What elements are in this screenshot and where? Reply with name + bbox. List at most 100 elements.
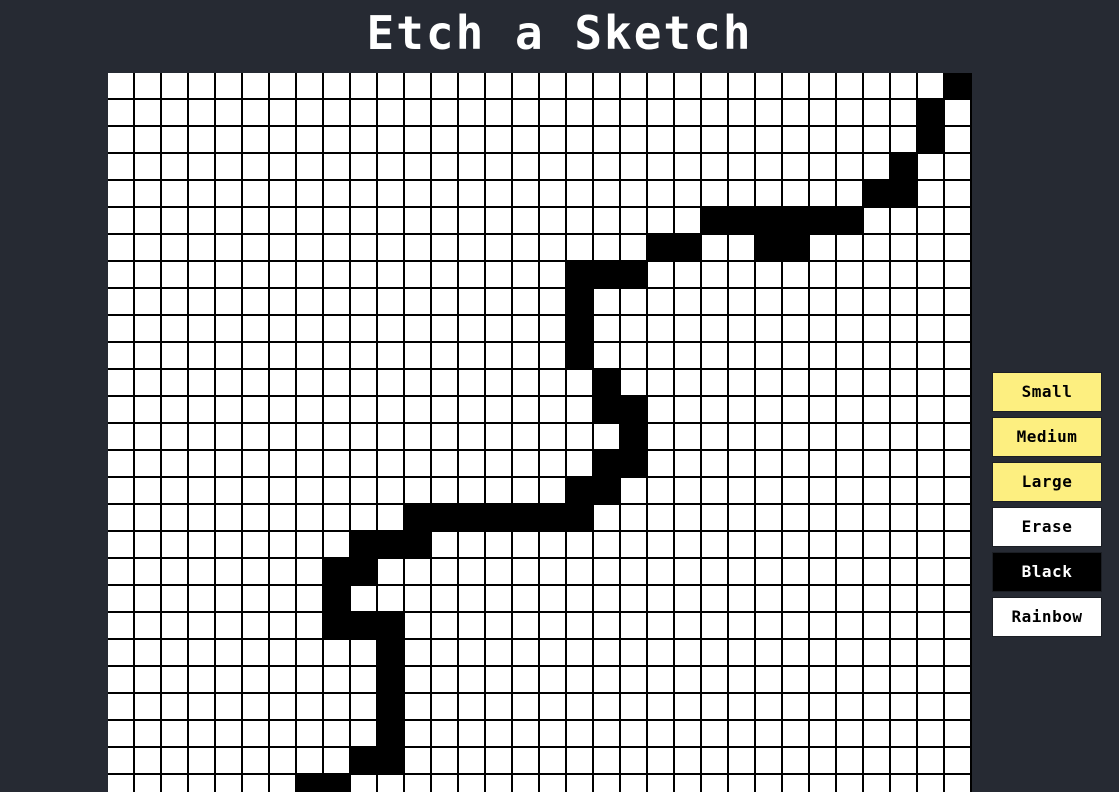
- grid-cell[interactable]: [432, 694, 459, 721]
- grid-cell[interactable]: [189, 397, 216, 424]
- grid-cell[interactable]: [810, 775, 837, 792]
- grid-cell[interactable]: [675, 424, 702, 451]
- grid-cell[interactable]: [351, 640, 378, 667]
- grid-cell[interactable]: [675, 559, 702, 586]
- grid-cell[interactable]: [567, 127, 594, 154]
- grid-cell[interactable]: [864, 505, 891, 532]
- grid-cell[interactable]: [648, 424, 675, 451]
- grid-cell[interactable]: [513, 262, 540, 289]
- grid-cell[interactable]: [648, 73, 675, 100]
- grid-cell[interactable]: [891, 208, 918, 235]
- grid-cell[interactable]: [945, 667, 972, 694]
- grid-cell[interactable]: [405, 451, 432, 478]
- grid-cell[interactable]: [486, 208, 513, 235]
- grid-cell[interactable]: [918, 262, 945, 289]
- grid-cell[interactable]: [378, 586, 405, 613]
- grid-cell[interactable]: [783, 73, 810, 100]
- grid-cell[interactable]: [891, 721, 918, 748]
- grid-cell[interactable]: [432, 748, 459, 775]
- grid-cell[interactable]: [270, 775, 297, 792]
- grid-cell[interactable]: [918, 127, 945, 154]
- grid-cell[interactable]: [405, 640, 432, 667]
- grid-cell[interactable]: [756, 73, 783, 100]
- grid-cell[interactable]: [945, 478, 972, 505]
- grid-cell[interactable]: [540, 667, 567, 694]
- grid-cell[interactable]: [324, 181, 351, 208]
- grid-cell[interactable]: [567, 613, 594, 640]
- grid-cell[interactable]: [567, 289, 594, 316]
- grid-cell[interactable]: [108, 73, 135, 100]
- grid-cell[interactable]: [648, 370, 675, 397]
- grid-cell[interactable]: [945, 559, 972, 586]
- grid-cell[interactable]: [432, 640, 459, 667]
- grid-cell[interactable]: [297, 478, 324, 505]
- grid-cell[interactable]: [405, 559, 432, 586]
- grid-cell[interactable]: [756, 127, 783, 154]
- grid-cell[interactable]: [918, 424, 945, 451]
- grid-cell[interactable]: [702, 289, 729, 316]
- grid-cell[interactable]: [486, 289, 513, 316]
- grid-cell[interactable]: [297, 424, 324, 451]
- grid-cell[interactable]: [189, 640, 216, 667]
- grid-cell[interactable]: [756, 424, 783, 451]
- black-color-button[interactable]: Black: [992, 552, 1102, 592]
- grid-cell[interactable]: [513, 505, 540, 532]
- grid-cell[interactable]: [162, 208, 189, 235]
- grid-cell[interactable]: [243, 262, 270, 289]
- grid-cell[interactable]: [918, 451, 945, 478]
- grid-cell[interactable]: [594, 370, 621, 397]
- grid-cell[interactable]: [918, 667, 945, 694]
- grid-cell[interactable]: [675, 154, 702, 181]
- grid-cell[interactable]: [837, 775, 864, 792]
- grid-cell[interactable]: [837, 424, 864, 451]
- grid-cell[interactable]: [351, 397, 378, 424]
- grid-cell[interactable]: [135, 289, 162, 316]
- grid-cell[interactable]: [513, 613, 540, 640]
- grid-cell[interactable]: [864, 613, 891, 640]
- grid-cell[interactable]: [783, 505, 810, 532]
- grid-cell[interactable]: [945, 262, 972, 289]
- grid-cell[interactable]: [702, 73, 729, 100]
- grid-cell[interactable]: [702, 586, 729, 613]
- grid-cell[interactable]: [486, 262, 513, 289]
- grid-cell[interactable]: [783, 451, 810, 478]
- grid-cell[interactable]: [918, 775, 945, 792]
- grid-cell[interactable]: [702, 370, 729, 397]
- grid-cell[interactable]: [567, 559, 594, 586]
- grid-cell[interactable]: [459, 451, 486, 478]
- grid-cell[interactable]: [243, 451, 270, 478]
- grid-cell[interactable]: [540, 100, 567, 127]
- grid-cell[interactable]: [810, 73, 837, 100]
- grid-cell[interactable]: [405, 154, 432, 181]
- grid-cell[interactable]: [513, 694, 540, 721]
- grid-cell[interactable]: [864, 289, 891, 316]
- grid-cell[interactable]: [162, 289, 189, 316]
- grid-cell[interactable]: [351, 424, 378, 451]
- grid-cell[interactable]: [135, 397, 162, 424]
- grid-cell[interactable]: [675, 586, 702, 613]
- grid-cell[interactable]: [297, 613, 324, 640]
- grid-cell[interactable]: [594, 127, 621, 154]
- grid-cell[interactable]: [594, 505, 621, 532]
- grid-cell[interactable]: [702, 424, 729, 451]
- grid-cell[interactable]: [216, 667, 243, 694]
- grid-cell[interactable]: [189, 532, 216, 559]
- grid-cell[interactable]: [648, 505, 675, 532]
- grid-cell[interactable]: [729, 532, 756, 559]
- grid-cell[interactable]: [162, 127, 189, 154]
- grid-cell[interactable]: [513, 289, 540, 316]
- grid-cell[interactable]: [297, 127, 324, 154]
- grid-cell[interactable]: [729, 370, 756, 397]
- grid-cell[interactable]: [324, 478, 351, 505]
- grid-cell[interactable]: [135, 694, 162, 721]
- grid-cell[interactable]: [297, 397, 324, 424]
- grid-cell[interactable]: [270, 721, 297, 748]
- grid-cell[interactable]: [945, 424, 972, 451]
- grid-cell[interactable]: [945, 748, 972, 775]
- grid-cell[interactable]: [702, 181, 729, 208]
- grid-cell[interactable]: [351, 73, 378, 100]
- grid-cell[interactable]: [378, 775, 405, 792]
- grid-cell[interactable]: [648, 613, 675, 640]
- grid-cell[interactable]: [594, 559, 621, 586]
- grid-cell[interactable]: [243, 208, 270, 235]
